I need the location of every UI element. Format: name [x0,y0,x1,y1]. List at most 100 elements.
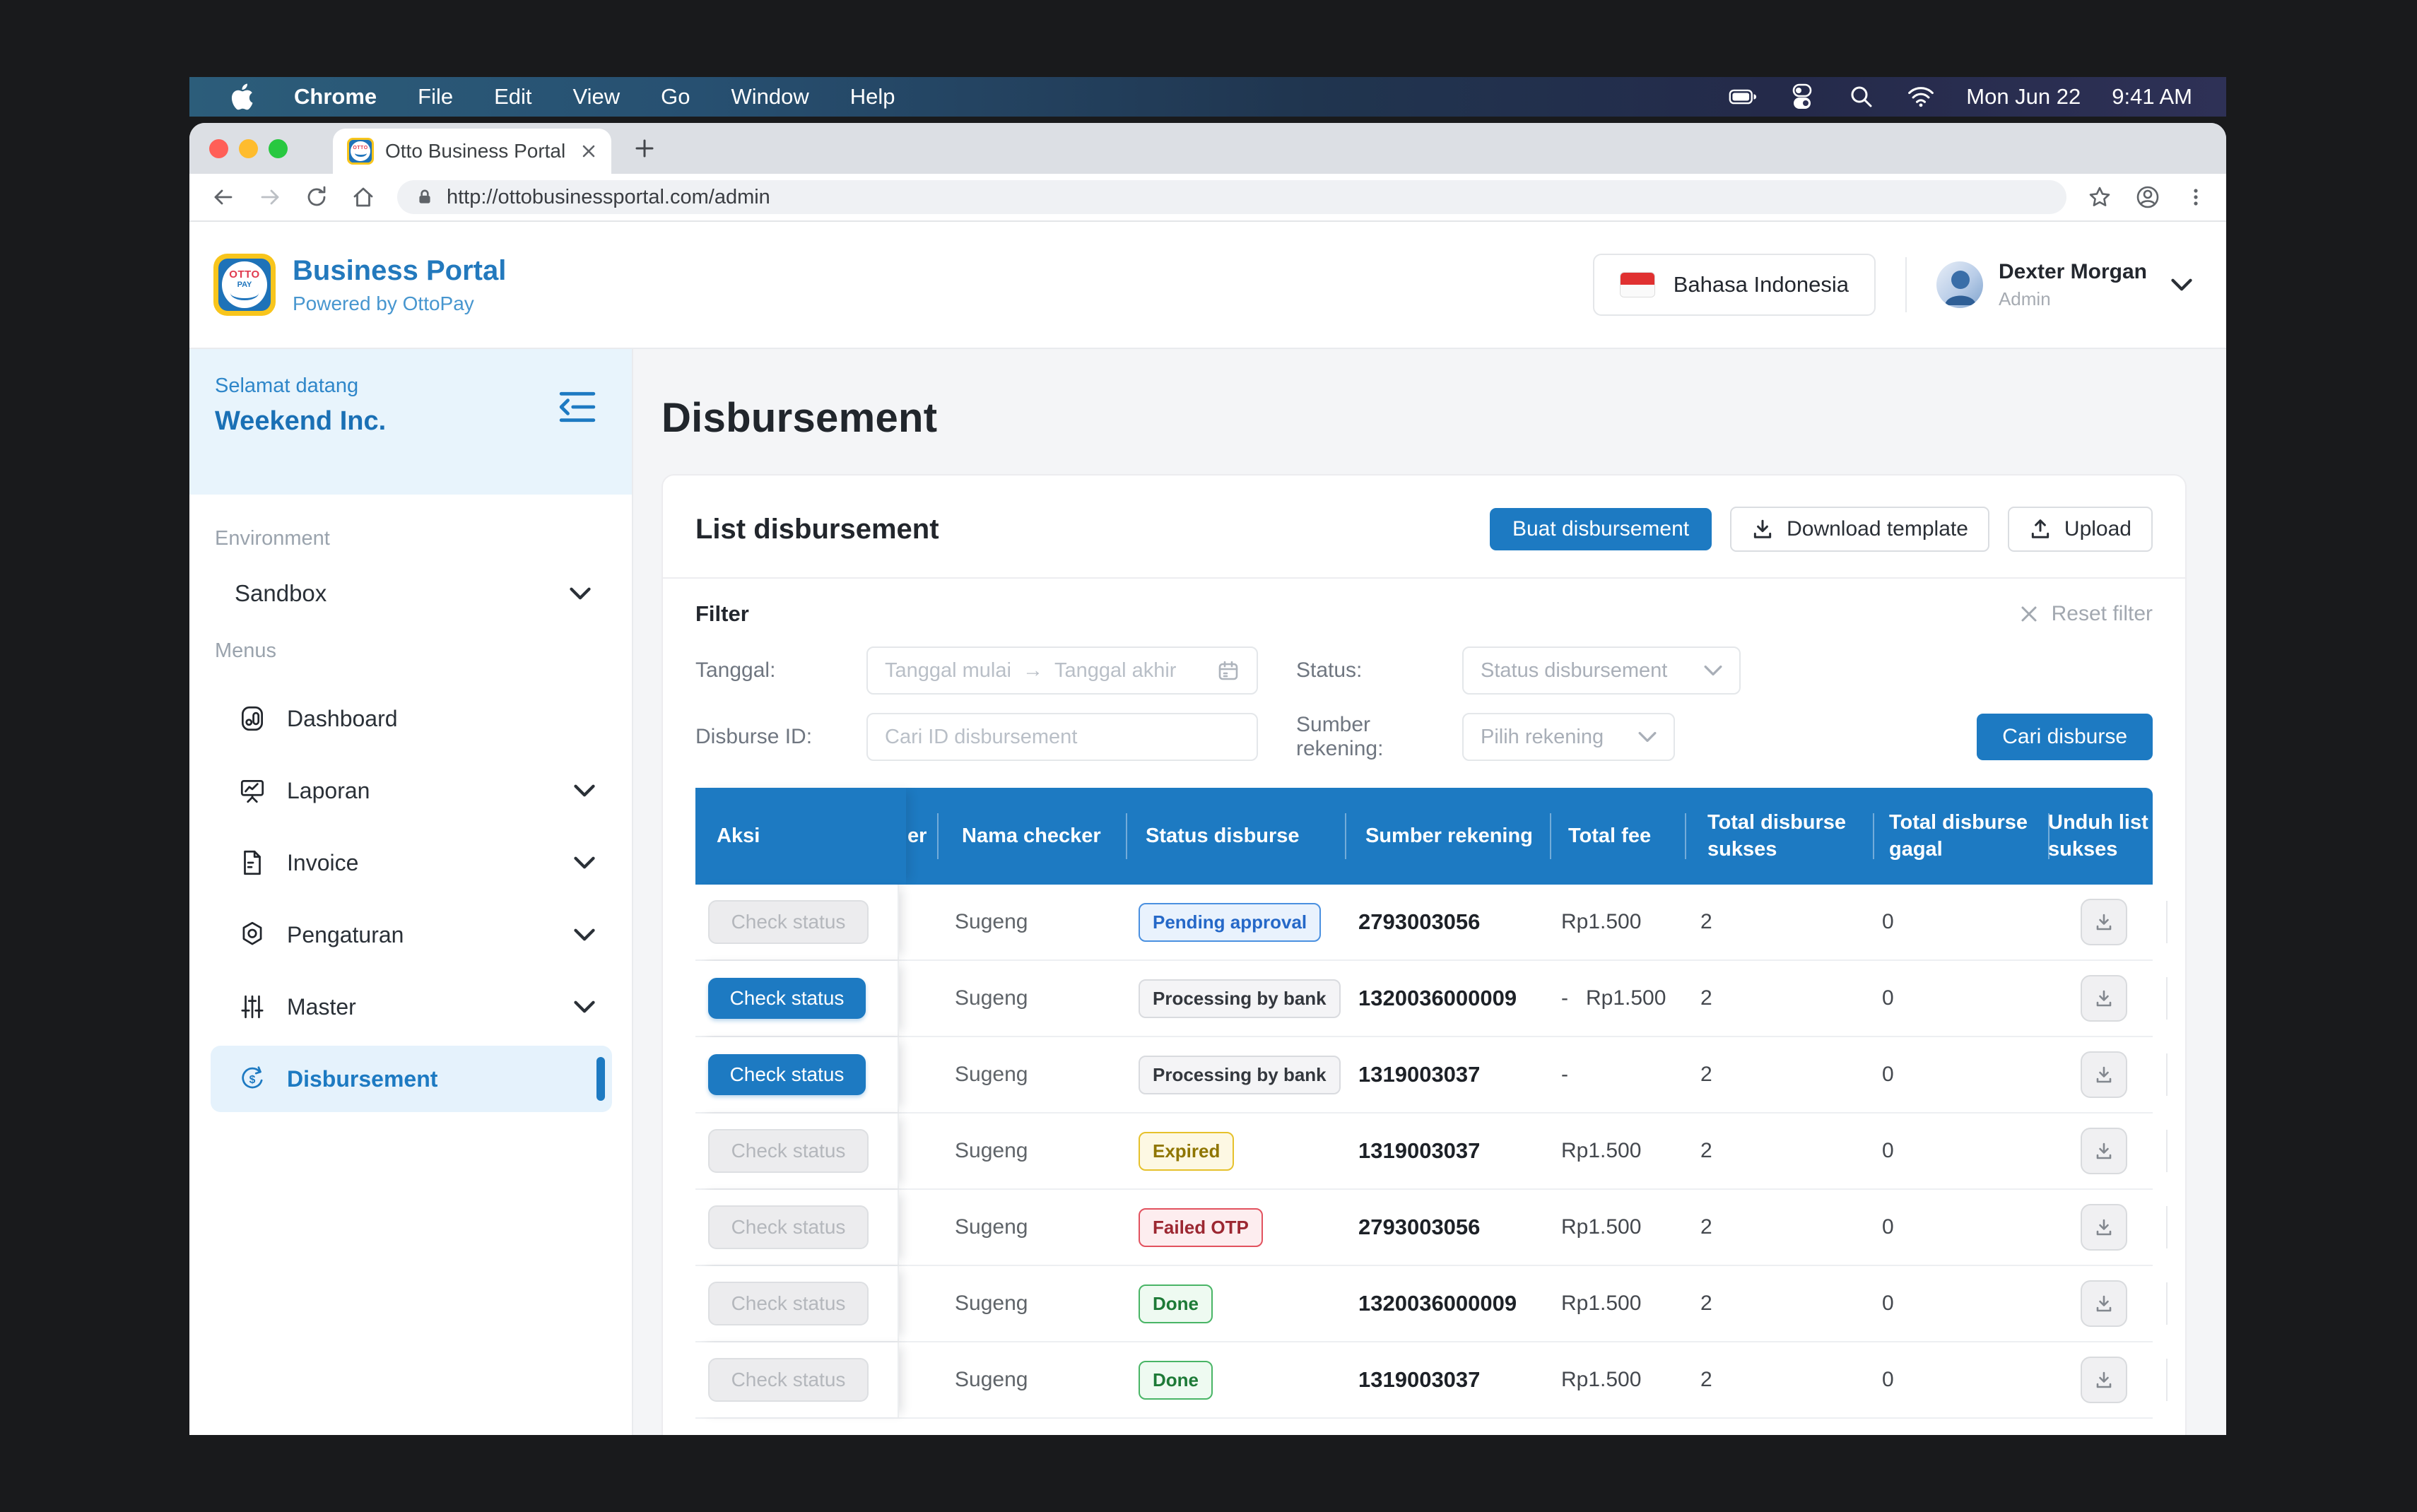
kebab-menu-icon[interactable] [2184,185,2208,209]
checker-name: Sugeng [930,1342,1119,1417]
download-sukses-button[interactable] [2081,899,2127,945]
table-row: Check status Sugeng Processing by bank 1… [695,961,2153,1037]
check-status-button[interactable]: Check status [708,978,866,1019]
download-icon [2093,1064,2115,1085]
menu-bar-date: Mon Jun 22 [1966,84,2081,110]
status-badge: Processing by bank [1139,1056,1341,1094]
home-icon[interactable] [351,184,376,210]
download-sukses-button[interactable] [2081,1280,2127,1327]
language-selector-button[interactable]: Bahasa Indonesia [1593,254,1876,316]
sidebar-item-invoice[interactable]: Invoice [189,827,632,899]
company-name: Weekend Inc. [215,406,606,437]
sumber-rekening-value: 1319003037 [1338,1342,1543,1417]
profile-icon[interactable] [2136,185,2160,209]
download-sukses-button[interactable] [2081,1128,2127,1174]
download-template-button[interactable]: Download template [1730,507,1989,552]
total-fee-value: - Rp1.500 [1543,961,1678,1036]
invoice-icon [237,848,267,878]
download-icon [2093,1217,2115,1238]
zoom-window-button[interactable] [269,139,288,158]
menu-bar-item-chrome[interactable]: Chrome [294,84,377,110]
sidebar-item-master[interactable]: Master [189,971,632,1043]
checker-name: Sugeng [930,1266,1119,1341]
ottopay-logo: OTTO PAY [213,254,276,316]
macos-menu-bar: Chrome File Edit View Go Window Help Mon Jun 2… [189,77,2226,117]
status-label: Status: [1296,658,1462,683]
total-gagal-value: 0 [1866,1037,2041,1112]
menu-bar-item-view[interactable]: View [573,84,621,110]
reload-icon[interactable] [304,184,329,210]
wifi-icon[interactable] [1907,83,1935,111]
menu-bar-item-file[interactable]: File [418,84,453,110]
status-select[interactable]: Status disbursement [1462,646,1741,695]
user-avatar[interactable] [1936,261,1983,308]
download-sukses-button[interactable] [2081,975,2127,1022]
status-badge: Expired [1139,1132,1234,1171]
check-status-button[interactable]: Check status [708,1054,866,1095]
back-icon[interactable] [211,184,236,210]
table-row: Check status Sugeng Processing by bank 1… [695,1037,2153,1114]
table-header: Aksi er Nama checker Status disburse Sum… [695,788,2153,885]
collapse-sidebar-icon[interactable] [558,390,596,424]
menu-bar-item-go[interactable]: Go [661,84,690,110]
download-icon [2093,1293,2115,1314]
battery-icon [1729,83,1757,111]
environment-select[interactable]: Sandbox [189,580,632,607]
control-center-icon[interactable] [1788,83,1816,111]
chevron-down-icon [574,856,595,869]
create-disbursement-button[interactable]: Buat disbursement [1490,508,1712,550]
tab-close-icon[interactable] [580,143,597,160]
sumber-rekening-value: 1320036000009 [1338,1266,1543,1341]
upload-button[interactable]: Upload [2008,507,2153,552]
checker-name: Sugeng [930,1037,1119,1112]
screen: Chrome File Edit View Go Window Help Mon Jun 2… [189,77,2226,1435]
favicon: OTTO [347,138,374,165]
search-disburse-button[interactable]: Cari disburse [1977,714,2153,760]
total-fee-value: - [1543,1037,1678,1112]
column-header-unduh-gagal: Unduh list gagal [2173,788,2187,885]
sidebar-item-disbursement[interactable]: $Disbursement [211,1046,612,1112]
disbursement-table: Aksi er Nama checker Status disburse Sum… [695,788,2153,1435]
close-window-button[interactable] [209,139,228,158]
url-bar[interactable]: http://ottobusinessportal.com/admin [397,180,2066,214]
download-sukses-button[interactable] [2081,1051,2127,1098]
status-badge: Processing by bank [1139,979,1341,1018]
date-range-input[interactable]: Tanggal mulai → Tanggal akhir [866,646,1258,695]
sidebar-item-pengaturan[interactable]: Pengaturan [189,899,632,971]
reset-filter-button[interactable]: Reset filter [2019,602,2153,626]
checker-name: Sugeng [930,1114,1119,1188]
download-sukses-button[interactable] [2081,1357,2127,1403]
total-gagal-value: 0 [1866,885,2041,959]
svg-text:$: $ [249,1074,256,1086]
total-fee-value: Rp1.500 [1543,1342,1678,1417]
disburse-id-input[interactable]: Cari ID disbursement [866,713,1258,761]
main-content: Disbursement List disbursement Buat disb… [633,349,2226,1435]
total-sukses-value: 2 [1678,885,1866,959]
spotlight-search-icon[interactable] [1847,83,1876,111]
menu-bar-item-edit[interactable]: Edit [494,84,531,110]
close-icon [2019,604,2039,624]
sidebar-item-laporan[interactable]: Laporan [189,755,632,827]
bookmark-star-icon[interactable] [2088,185,2112,209]
checker-name: Sugeng [930,885,1119,959]
card-title: List disbursement [695,514,939,545]
user-role: Admin [1999,288,2147,310]
menu-bar-item-help[interactable]: Help [850,84,895,110]
browser-tab[interactable]: OTTO Otto Business Portal [333,129,611,174]
check-status-button: Check status [708,900,869,944]
new-tab-button[interactable] [633,136,657,160]
minimize-window-button[interactable] [239,139,258,158]
forward-icon[interactable] [257,184,283,210]
rekening-select[interactable]: Pilih rekening [1462,713,1675,761]
total-gagal-value: 0 [1866,1266,2041,1341]
filter-section: Filter Reset filter Tanggal: Tanggal mul… [663,577,2185,761]
apple-logo-icon[interactable] [229,83,253,111]
sidebar-item-dashboard[interactable]: Dashboard [189,683,632,755]
menu-bar-item-window[interactable]: Window [731,84,809,110]
table-row: Check status Sugeng Expired 1319003037 R… [695,1114,2153,1190]
pengaturan-icon [237,920,267,950]
download-sukses-button[interactable] [2081,1204,2127,1251]
calendar-icon [1217,659,1240,682]
user-menu-chevron-icon[interactable] [2171,278,2192,291]
filter-title: Filter [695,601,749,627]
